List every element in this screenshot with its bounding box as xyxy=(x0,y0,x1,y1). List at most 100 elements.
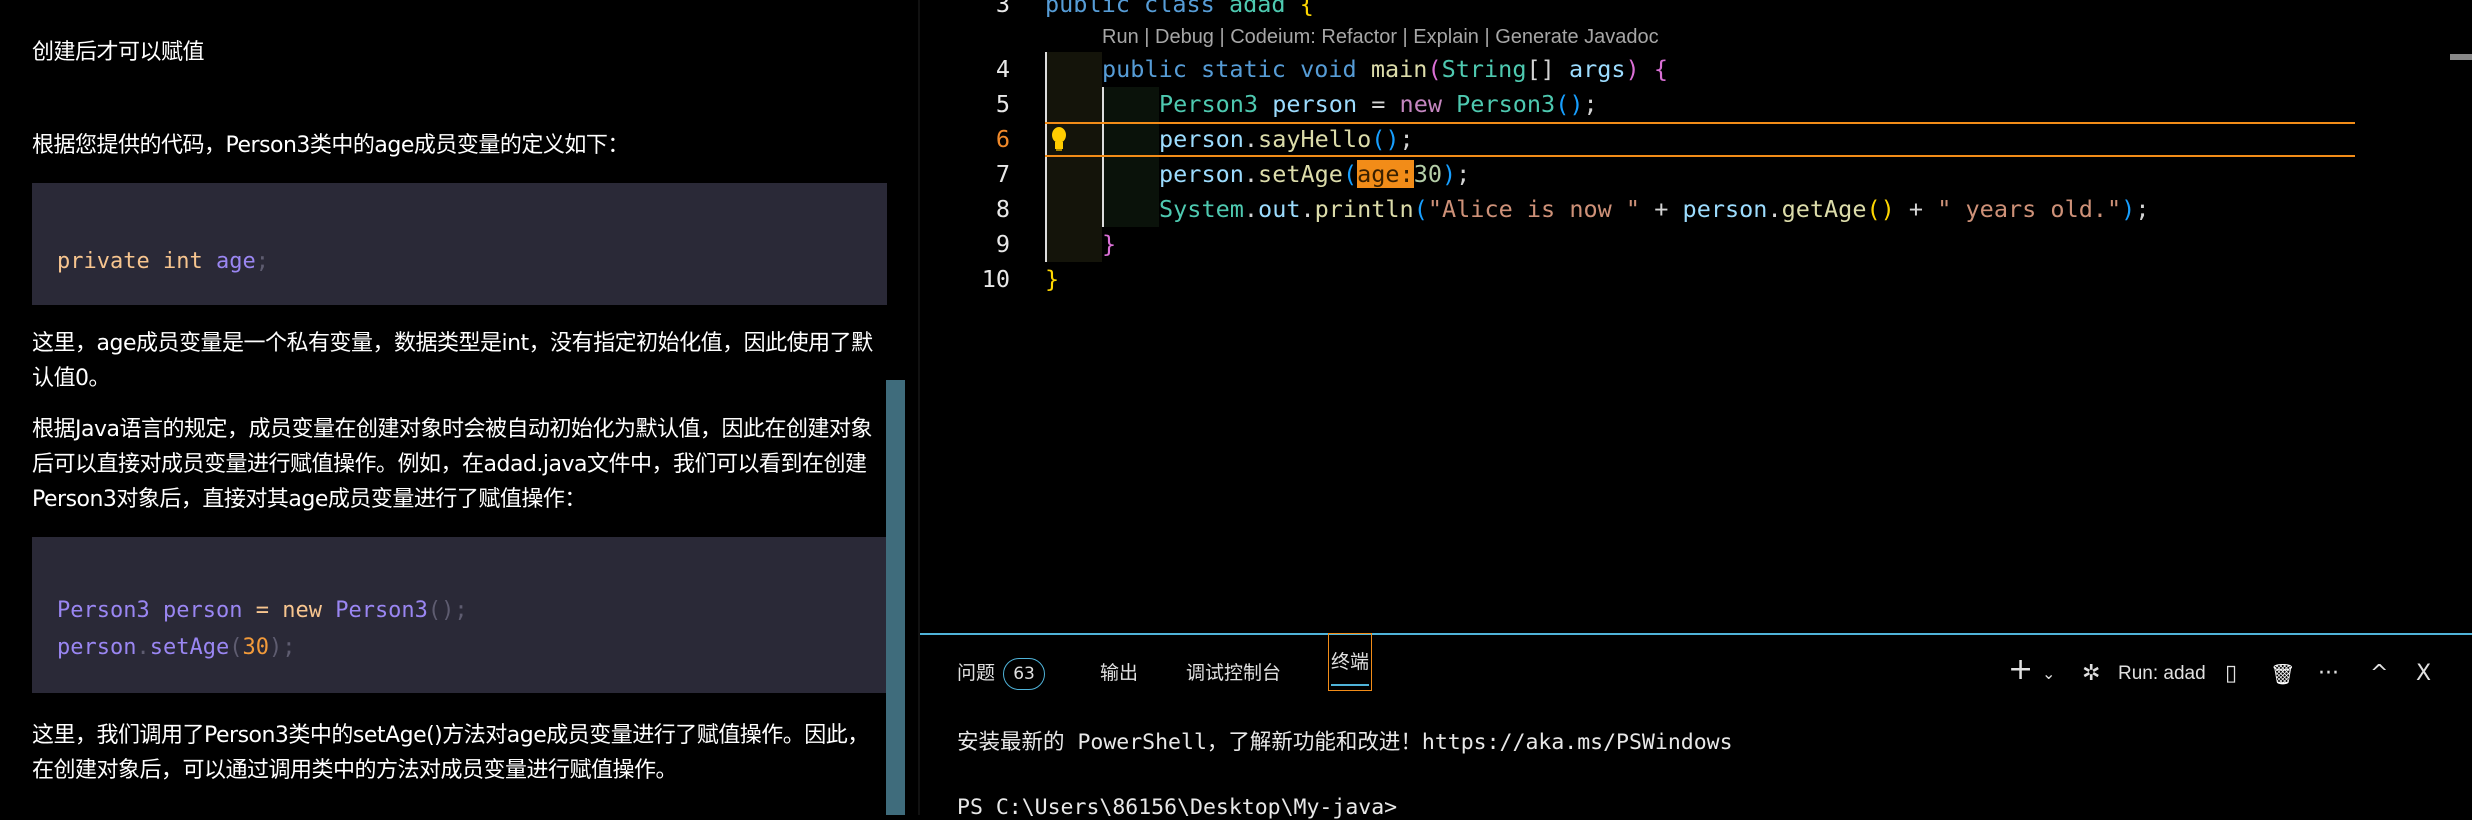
code-token: person xyxy=(1159,160,1244,188)
tab-output[interactable]: 输出 xyxy=(1100,657,1138,689)
line-number: 5 xyxy=(995,90,1010,118)
code-line[interactable]: public static void main(String[] args) { xyxy=(1102,52,1668,87)
code-token: ( xyxy=(229,635,243,660)
code-token: person xyxy=(162,598,243,623)
code-line[interactable]: } xyxy=(1045,262,1059,297)
editor-scrollbar[interactable] xyxy=(2450,54,2472,60)
chat-paragraph: 创建后才可以赋值 xyxy=(32,40,205,65)
chevron-down-icon[interactable]: ⌄ xyxy=(2042,659,2055,689)
code-token: out xyxy=(1258,195,1301,223)
code-token: + xyxy=(1640,195,1683,223)
split-terminal-icon[interactable]: ▯ xyxy=(2225,659,2237,689)
add-terminal-icon[interactable]: + xyxy=(2008,655,2033,685)
code-line[interactable]: person.setAge(age:30); xyxy=(1159,157,1470,192)
code-line[interactable]: Person3 person = new Person3(); xyxy=(1159,87,1598,122)
line-number: 3 xyxy=(995,0,1010,18)
code-token: . xyxy=(1243,195,1259,223)
code-token: Person3 xyxy=(335,598,428,623)
code-token: . xyxy=(1300,195,1315,223)
code-token: } xyxy=(1045,265,1060,293)
code-token: ; xyxy=(1456,160,1471,188)
code-token: ); xyxy=(268,635,296,660)
code-line[interactable]: person.sayHello(); xyxy=(1159,122,1414,157)
code-token: Person3 xyxy=(1456,90,1556,118)
code-token: setAge xyxy=(1258,160,1343,188)
code-token: + xyxy=(1894,195,1938,223)
chat-paragraph: 这里，age成员变量是一个私有变量，数据类型是int，没有指定初始化值，因此使用… xyxy=(32,331,873,391)
code-token: ) xyxy=(2121,195,2136,223)
code-token: [] xyxy=(1526,55,1555,83)
code-token: Person3 xyxy=(1159,90,1259,118)
chat-paragraph: 根据您提供的代码，Person3类中的age成员变量的定义如下： xyxy=(32,133,629,158)
code-token: int xyxy=(162,249,203,274)
line-number: 7 xyxy=(995,160,1010,188)
terminal-line: 安装最新的 PowerShell，了解新功能和改进！https://aka.ms… xyxy=(957,730,1733,755)
code-token: Person3 xyxy=(57,598,150,623)
codelens-actions[interactable]: Run | Debug | Codeium: Refactor | Explai… xyxy=(1102,22,1659,52)
code-token: new xyxy=(282,598,322,623)
code-line[interactable]: public class adad { xyxy=(1045,0,1314,22)
code-token: ; xyxy=(1583,90,1598,118)
tab-terminal[interactable]: 终端 xyxy=(1328,633,1373,691)
code-editor[interactable]: Run | Debug | Codeium: Refactor | Explai… xyxy=(920,0,2472,634)
bottom-panel: 问题 63 输出 调试控制台 终端 + ⌄ ✲ Run: adad ▯ 🗑 ···… xyxy=(920,633,2472,820)
chat-paragraph: 根据Java语言的规定，成员变量在创建对象时会被自动初始化为默认值，因此在创建对… xyxy=(32,417,872,512)
chat-scrollbar[interactable] xyxy=(886,380,905,815)
code-line[interactable]: } xyxy=(1102,227,1116,262)
code-token: (); xyxy=(427,598,468,623)
code-token: 30 xyxy=(1413,160,1442,188)
code-token: ( xyxy=(1413,195,1428,223)
code-token: { xyxy=(1653,55,1668,83)
trash-icon[interactable]: 🗑 xyxy=(2270,659,2295,689)
code-token: . xyxy=(1767,195,1782,223)
run-task-label[interactable]: Run: adad xyxy=(2118,659,2206,689)
code-token: } xyxy=(1102,230,1117,258)
code-token: . xyxy=(1243,125,1259,153)
code-token: age: xyxy=(1357,160,1414,188)
lightbulb-icon[interactable] xyxy=(1050,126,1068,152)
maximize-panel-icon[interactable]: ^ xyxy=(2370,659,2388,689)
code-token: = xyxy=(255,598,269,623)
chat-panel: 创建后才可以赋值 根据您提供的代码，Person3类中的age成员变量的定义如下… xyxy=(0,0,920,815)
indent-guide xyxy=(1102,87,1159,227)
more-actions-icon[interactable]: ··· xyxy=(2318,659,2339,689)
tab-debug-console[interactable]: 调试控制台 xyxy=(1186,657,1281,689)
line-number: 6 xyxy=(995,125,1010,153)
code-token: " years old." xyxy=(1937,195,2122,223)
terminal-prompt[interactable]: PS C:\Users\86156\Desktop\My-java> xyxy=(957,795,1397,820)
code-block: Person3 person = new Person3(); person.se… xyxy=(32,537,887,693)
code-line: person.setAge(30); xyxy=(57,629,887,666)
code-token: public xyxy=(1102,55,1187,83)
code-line[interactable]: System.out.println("Alice is now " + per… xyxy=(1159,192,2149,227)
line-number: 10 xyxy=(981,265,1010,293)
code-token: = xyxy=(1357,90,1400,118)
code-token: 30 xyxy=(242,635,269,660)
code-token: { xyxy=(1299,0,1314,18)
code-token: String xyxy=(1441,55,1527,83)
code-block: private int age; xyxy=(32,183,887,305)
code-token: person xyxy=(1159,125,1244,153)
code-token: ) xyxy=(1441,160,1457,188)
code-token: () xyxy=(1866,195,1895,223)
code-token: person xyxy=(1272,90,1358,118)
code-token: void xyxy=(1300,55,1357,83)
line-number: 8 xyxy=(995,195,1010,223)
close-panel-icon[interactable]: X xyxy=(2416,659,2431,689)
code-token: ) xyxy=(1625,55,1640,83)
problems-count-badge: 63 xyxy=(1003,658,1046,690)
code-token: . xyxy=(1243,160,1259,188)
debug-bug-icon[interactable]: ✲ xyxy=(2082,659,2100,689)
code-line: Person3 person = new Person3(); xyxy=(57,592,887,629)
tab-problems[interactable]: 问题 63 xyxy=(957,657,1046,690)
code-token: age xyxy=(215,249,256,274)
